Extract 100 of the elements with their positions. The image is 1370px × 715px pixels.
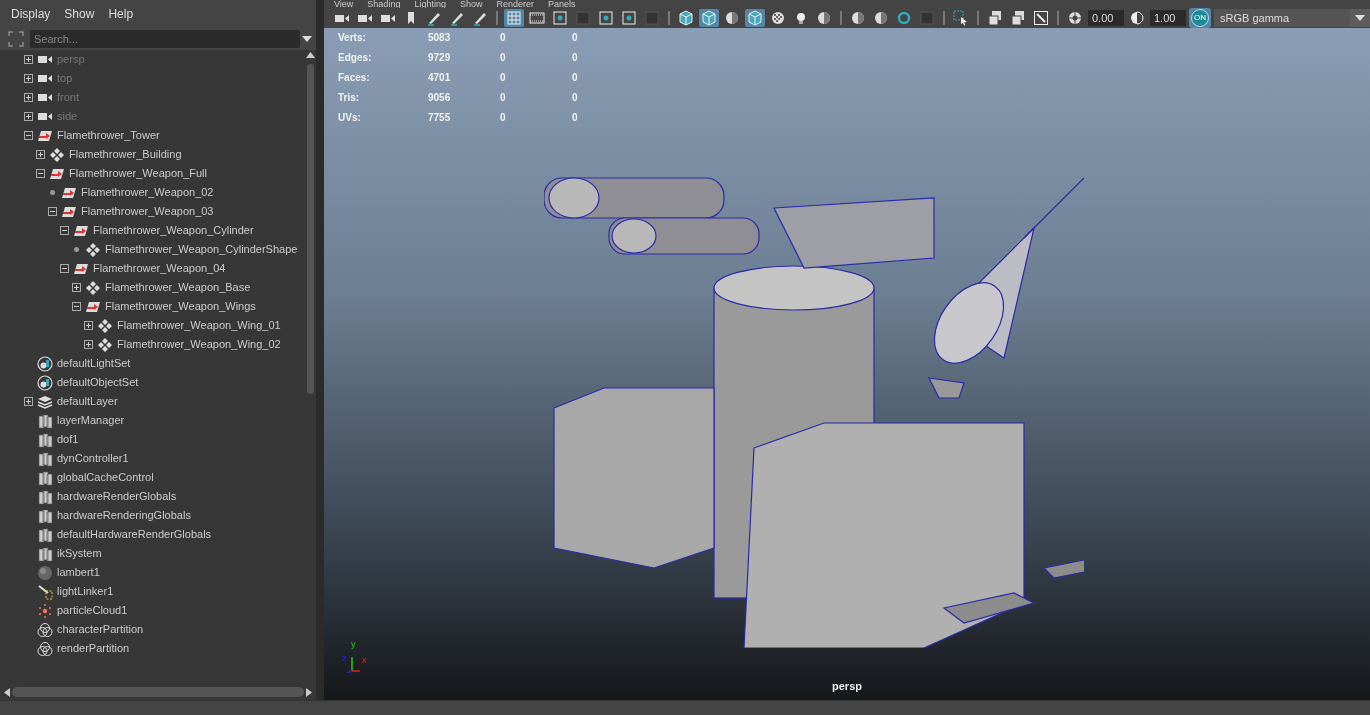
collapse-icon[interactable] (36, 169, 45, 178)
scroll-left-icon[interactable] (4, 687, 10, 697)
mesh-icon (49, 146, 65, 163)
outliner-item[interactable]: Flamethrower_Weapon_04 (93, 260, 226, 277)
expand-icon[interactable] (84, 321, 93, 330)
node-icon (37, 526, 53, 543)
expand-icon[interactable] (24, 55, 33, 64)
cube-icon (747, 10, 763, 26)
menu-item[interactable]: Renderer (496, 0, 534, 8)
outliner-item[interactable]: dynController1 (57, 450, 129, 467)
node-icon (37, 488, 53, 505)
outliner-item[interactable]: lambert1 (57, 564, 100, 581)
sphere-icon (850, 10, 866, 26)
color-space-dropdown[interactable]: sRGB gamma (1214, 9, 1370, 27)
set-icon (37, 355, 53, 372)
outliner-item[interactable]: defaultLightSet (57, 355, 131, 372)
outliner-item[interactable]: characterPartition (57, 621, 144, 638)
outliner-item[interactable]: Flamethrower_Weapon_Cylinder (93, 222, 254, 239)
outliner-item[interactable]: lightLinker1 (57, 583, 114, 600)
expand-icon[interactable] (72, 283, 81, 292)
outliner-item[interactable]: Flamethrower_Weapon_Full (69, 165, 207, 182)
horizontal-scrollbar[interactable] (0, 684, 317, 700)
stat-value: 0 (572, 51, 579, 65)
menu-item[interactable]: View (334, 0, 354, 8)
outliner-item[interactable]: ikSystem (57, 545, 102, 562)
node-icon (37, 450, 53, 467)
collapse-icon[interactable] (60, 226, 69, 235)
collapse-icon[interactable] (72, 302, 81, 311)
axis-gizmo-icon (347, 655, 361, 673)
cube-icon (678, 10, 694, 26)
node-icon (37, 469, 53, 486)
toolbar-button[interactable] (596, 9, 616, 27)
expand-icon[interactable] (84, 340, 93, 349)
stat-value: 0 (572, 91, 579, 105)
contrast-icon (1129, 10, 1145, 26)
outliner-item[interactable]: layerManager (57, 412, 125, 429)
collapse-icon[interactable] (24, 131, 33, 140)
scroll-up-icon[interactable] (305, 52, 315, 58)
outliner-item[interactable]: Flamethrower_Building (69, 146, 182, 163)
stat-label: Edges: (338, 51, 373, 65)
node-icon (37, 412, 53, 429)
search-field[interactable]: Search... (30, 30, 301, 48)
number-field[interactable]: 1.00 (1150, 10, 1186, 26)
menu-item[interactable]: Help (101, 5, 141, 23)
outliner-item[interactable]: defaultObjectSet (57, 374, 139, 391)
outliner-item[interactable]: Flamethrower_Weapon_Wing_01 (117, 317, 281, 334)
toolbar-button[interactable] (1031, 9, 1051, 27)
mesh-icon (85, 241, 101, 258)
square-icon (575, 10, 591, 26)
grid-icon (506, 10, 522, 26)
outliner-item[interactable]: Flamethrower_Weapon_03 (81, 203, 214, 220)
caret-icon (1355, 15, 1365, 21)
menu-item[interactable]: Lighting (414, 0, 446, 8)
outliner-item[interactable]: Flamethrower_Weapon_CylinderShape (105, 241, 298, 258)
expand-icon[interactable] (24, 112, 33, 121)
collapse-icon[interactable] (60, 264, 69, 273)
node-icon (37, 507, 53, 524)
toolbar-button[interactable] (619, 9, 639, 27)
outliner-item[interactable]: defaultHardwareRenderGlobals (57, 526, 212, 543)
menu-item[interactable]: Display (4, 5, 58, 23)
menu-item[interactable]: Panels (547, 0, 576, 8)
outliner-item[interactable]: Flamethrower_Weapon_02 (81, 184, 214, 201)
expand-icon[interactable] (36, 150, 45, 159)
menu-item[interactable]: Show (57, 5, 102, 23)
sphere-icon (724, 10, 740, 26)
sphere-icon (816, 10, 832, 26)
outliner-item[interactable]: Flamethrower_Tower (57, 127, 160, 144)
outliner-item[interactable]: globalCacheControl (57, 469, 154, 486)
square-icon (644, 10, 660, 26)
number-field[interactable]: 0.00 (1088, 10, 1124, 26)
outliner-item[interactable]: Flamethrower_Weapon_Wings (105, 298, 256, 315)
partition-icon (37, 640, 53, 657)
toolbar-button[interactable] (676, 9, 696, 27)
mesh-icon (97, 336, 113, 353)
light-linker-icon (37, 583, 53, 600)
expand-icon[interactable] (24, 93, 33, 102)
expand-icon[interactable] (24, 74, 33, 83)
outliner-item[interactable]: renderPartition (57, 640, 130, 657)
expand-icon[interactable] (24, 397, 33, 406)
toggle-button[interactable]: ON (1189, 8, 1211, 28)
outliner-item[interactable]: hardwareRenderGlobals (57, 488, 177, 505)
camera-label: persp (832, 679, 862, 692)
particle-icon (37, 602, 53, 619)
toolbar-button[interactable] (527, 9, 547, 27)
axis-label: y (351, 638, 356, 651)
menu-item[interactable]: Show (459, 0, 483, 8)
outliner-item[interactable]: Flamethrower_Weapon_Base (105, 279, 251, 296)
outliner-item[interactable]: particleCloud1 (57, 602, 128, 619)
film-icon (529, 10, 545, 26)
stat-label: Verts: (338, 31, 367, 45)
collapse-icon[interactable] (48, 207, 57, 216)
outliner-item[interactable]: Flamethrower_Weapon_Wing_02 (117, 336, 281, 353)
toolbar-button[interactable] (550, 9, 570, 27)
dropdown-icon[interactable] (302, 36, 313, 42)
menu-item[interactable]: Shading (367, 0, 401, 8)
square-icon (621, 10, 637, 26)
outliner-item[interactable]: dof1 (57, 431, 79, 448)
outliner-item[interactable]: defaultLayer (57, 393, 118, 410)
stat-label: Faces: (338, 71, 371, 85)
outliner-item[interactable]: hardwareRenderingGlobals (57, 507, 191, 524)
